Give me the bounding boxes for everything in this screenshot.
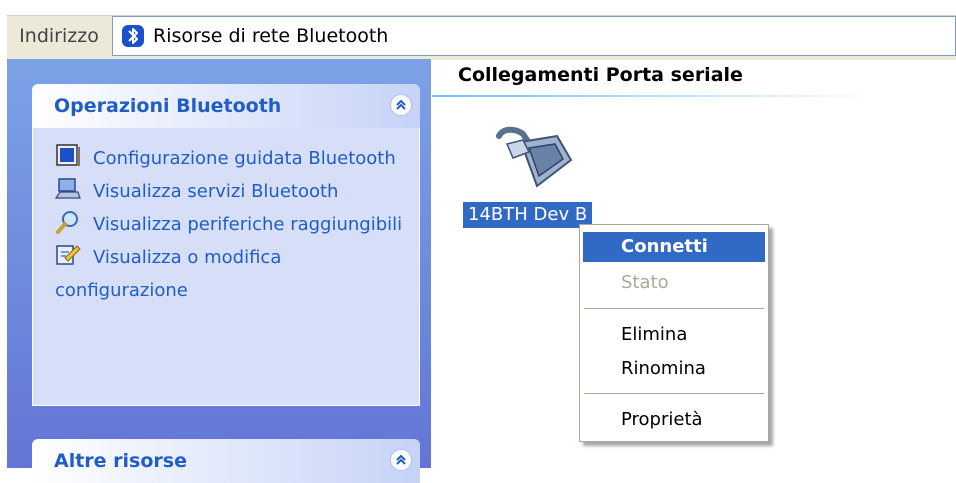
menu-item-delete[interactable]: Elimina [583, 320, 765, 350]
task-wizard[interactable]: Configurazione guidata Bluetooth [55, 142, 407, 175]
device-label[interactable]: 14BTH Dev B [463, 202, 593, 228]
wizard-icon [55, 143, 81, 169]
task-label: Configurazione guidata Bluetooth [93, 148, 396, 169]
menu-item-properties[interactable]: Proprietà [583, 405, 765, 435]
address-label: Indirizzo [7, 16, 111, 56]
magnifier-icon [55, 209, 81, 235]
menu-item-connect[interactable]: Connetti [583, 232, 765, 262]
menu-separator [584, 393, 764, 394]
group-header-other[interactable]: Altre risorse [32, 439, 420, 483]
menu-item-rename[interactable]: Rinomina [583, 354, 765, 384]
section-divider [432, 95, 956, 97]
group-body: Configurazione guidata Bluetooth Visuali… [32, 128, 420, 406]
menu-item-status: Stato [621, 272, 669, 293]
menu-separator [584, 308, 764, 309]
task-label: Visualizza periferiche raggiungibili [93, 214, 403, 235]
bluetooth-icon [121, 24, 145, 48]
task-view-devices[interactable]: Visualizza periferiche raggiungibili [55, 208, 407, 241]
serial-port-icon[interactable] [493, 126, 575, 194]
chevron-up-double-icon[interactable] [390, 94, 412, 116]
context-menu: Connetti Stato Elimina Rinomina Propriet… [579, 224, 769, 442]
laptop-icon [54, 176, 81, 202]
task-view-services[interactable]: Visualizza servizi Bluetooth [54, 175, 407, 208]
section-title: Collegamenti Porta seriale [458, 64, 743, 86]
address-field[interactable]: Risorse di rete Bluetooth [112, 16, 956, 56]
group-header-bluetooth[interactable]: Operazioni Bluetooth [32, 84, 420, 128]
other-resources-group: Altre risorse [32, 439, 420, 483]
group-title: Operazioni Bluetooth [54, 95, 282, 117]
task-pane: Operazioni Bluetooth Configurazione guid… [7, 59, 431, 483]
address-value: Risorse di rete Bluetooth [153, 25, 389, 47]
group-title: Altre risorse [54, 450, 187, 472]
edit-config-icon [55, 242, 81, 268]
task-edit-config[interactable]: Visualizza o modifica configurazione [55, 241, 407, 307]
bluetooth-tasks-group: Operazioni Bluetooth Configurazione guid… [32, 84, 420, 406]
address-bar: Indirizzo Risorse di rete Bluetooth [0, 0, 956, 60]
task-label: Visualizza servizi Bluetooth [93, 181, 339, 202]
task-label: Visualizza o modifica configurazione [55, 247, 282, 301]
